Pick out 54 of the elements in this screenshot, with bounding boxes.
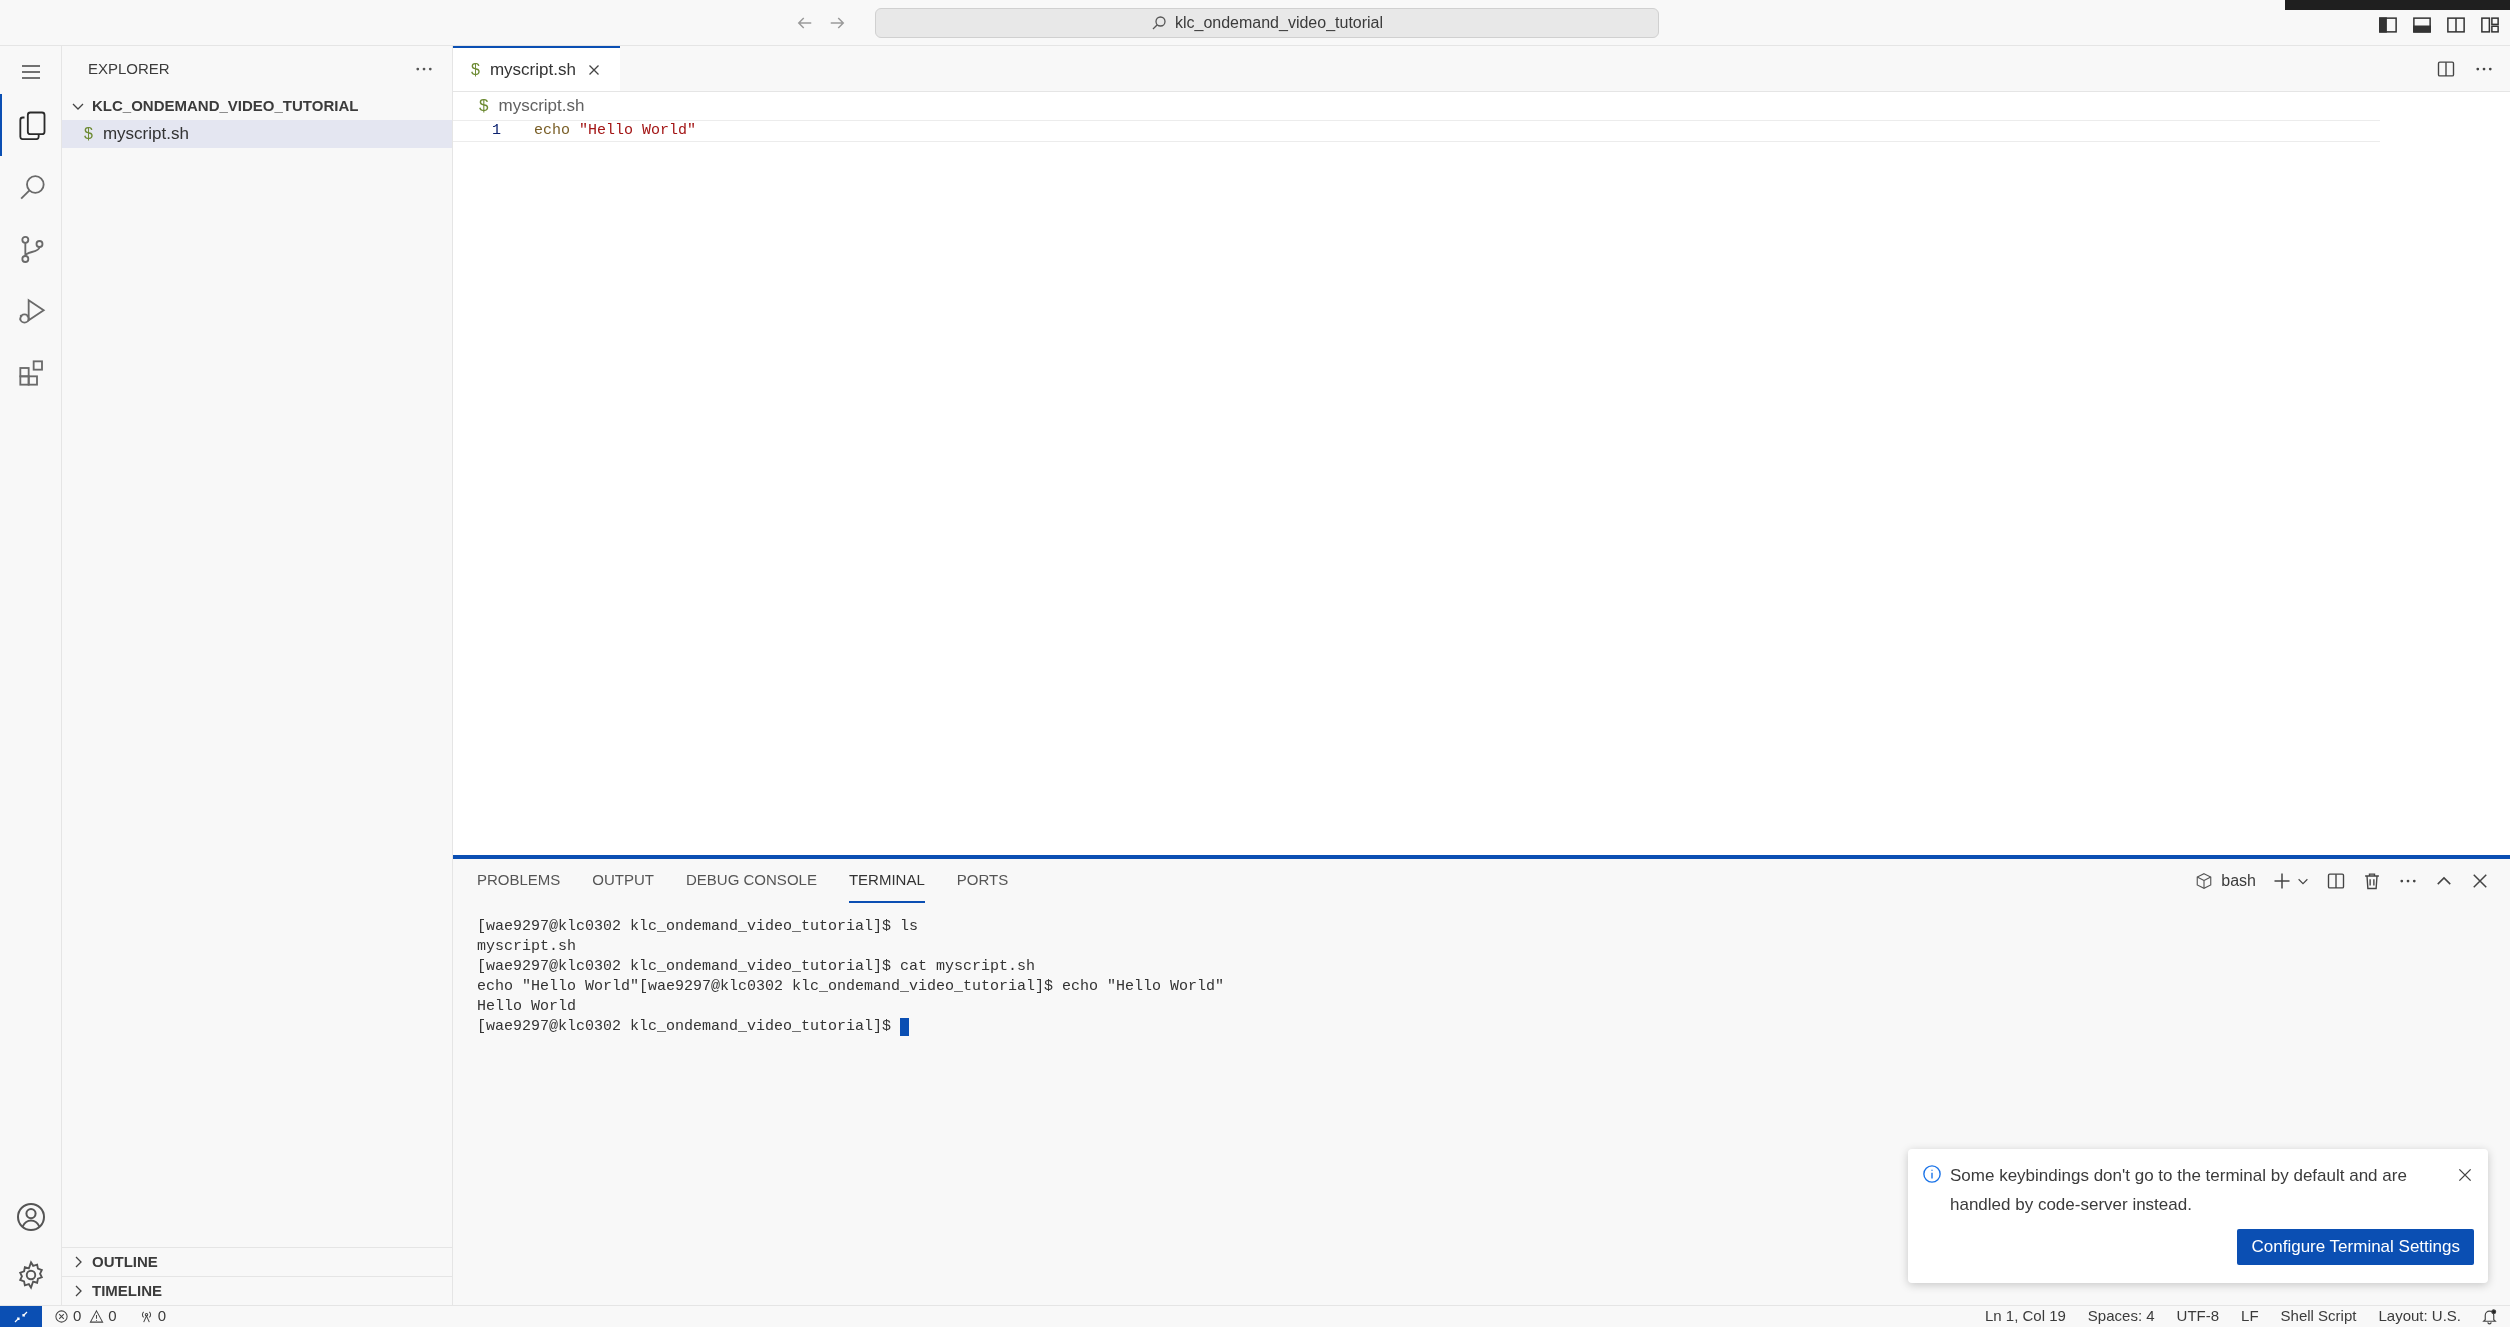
sidebar-layout-icon[interactable]	[2378, 14, 2398, 35]
status-item[interactable]: LF	[2241, 1305, 2259, 1327]
customize-layout-icon[interactable]	[2480, 14, 2500, 35]
problems-status[interactable]: 0 0	[54, 1305, 117, 1327]
search-icon	[1150, 14, 1167, 31]
files-icon	[16, 110, 47, 140]
terminal-line: [wae9297@klc0302 klc_ondemand_video_tutorial]$	[477, 1017, 892, 1037]
folder-row[interactable]: KLC_ONDEMAND_VIDEO_TUTORIAL	[62, 92, 452, 120]
shell-file-icon: $	[471, 57, 480, 82]
terminal-line: echo "Hello World"[wae9297@klc0302 klc_ondemand_video_tutorial]$ echo "Hello World"	[477, 977, 1225, 997]
status-item[interactable]: Ln 1, Col 19	[1984, 1305, 2066, 1327]
split-layout-icon[interactable]	[2446, 14, 2466, 35]
split-editor-icon[interactable]	[2436, 58, 2456, 79]
panel-layout-icon[interactable]	[2412, 14, 2432, 35]
split-terminal-icon[interactable]	[2326, 871, 2346, 891]
account-icon[interactable]	[14, 1201, 47, 1233]
terminal-line: [wae9297@klc0302 klc_ondemand_video_tutorial]$ ls	[477, 917, 919, 937]
terminal-line: [wae9297@klc0302 klc_ondemand_video_tutorial]$ cat myscript.sh	[477, 957, 1036, 977]
plus-icon[interactable]	[2272, 871, 2292, 891]
ports-status[interactable]: 0	[138, 1305, 167, 1327]
status-item[interactable]: Spaces: 4	[2087, 1305, 2155, 1327]
panel-tab[interactable]: PROBLEMS	[477, 859, 561, 903]
close-icon[interactable]	[2456, 1166, 2474, 1184]
breadcrumb[interactable]: $ myscript.sh	[453, 92, 585, 120]
editor-tab[interactable]: $ myscript.sh	[453, 46, 620, 91]
bell-icon[interactable]	[2481, 1308, 2498, 1325]
sidebar-title: EXPLORER	[88, 58, 170, 79]
remote-button[interactable]	[0, 1306, 42, 1327]
terminal-cursor	[900, 1018, 910, 1036]
section-header[interactable]: OUTLINE	[62, 1247, 452, 1276]
info-icon	[1922, 1164, 1942, 1184]
panel-tab[interactable]: TERMINAL	[848, 859, 925, 903]
terminal-line: myscript.sh	[477, 937, 577, 957]
panel-tab[interactable]: DEBUG CONSOLE	[686, 859, 817, 903]
shell-file-icon: $	[84, 122, 93, 146]
warning-icon	[89, 1309, 105, 1324]
file-item[interactable]: $ myscript.sh	[62, 120, 452, 148]
notification-message: Some keybindings don't go to the terminal by default and are handled by code-server instead.	[1950, 1165, 2408, 1216]
run-debug-icon	[16, 296, 47, 326]
line-number: 1	[491, 120, 502, 141]
status-item[interactable]: Shell Script	[2280, 1305, 2357, 1327]
trash-icon[interactable]	[2362, 871, 2382, 891]
panel-tab[interactable]: OUTPUT	[592, 859, 655, 903]
close-icon[interactable]	[2470, 871, 2490, 891]
error-icon	[54, 1309, 69, 1324]
terminal-profile[interactable]: bash	[2195, 869, 2256, 893]
cube-icon	[2195, 872, 2214, 890]
terminal-line: Hello World	[477, 997, 577, 1017]
configure-terminal-settings-button[interactable]: Configure Terminal Settings	[2237, 1229, 2474, 1265]
panel-tab[interactable]: PORTS	[956, 859, 1009, 903]
status-item[interactable]: Layout: U.S.	[2378, 1305, 2461, 1327]
status-item[interactable]: UTF-8	[2176, 1305, 2220, 1327]
command-center-search[interactable]: klc_ondemand_video_tutorial	[875, 7, 1659, 38]
code-line: echo "Hello World"	[534, 120, 697, 141]
